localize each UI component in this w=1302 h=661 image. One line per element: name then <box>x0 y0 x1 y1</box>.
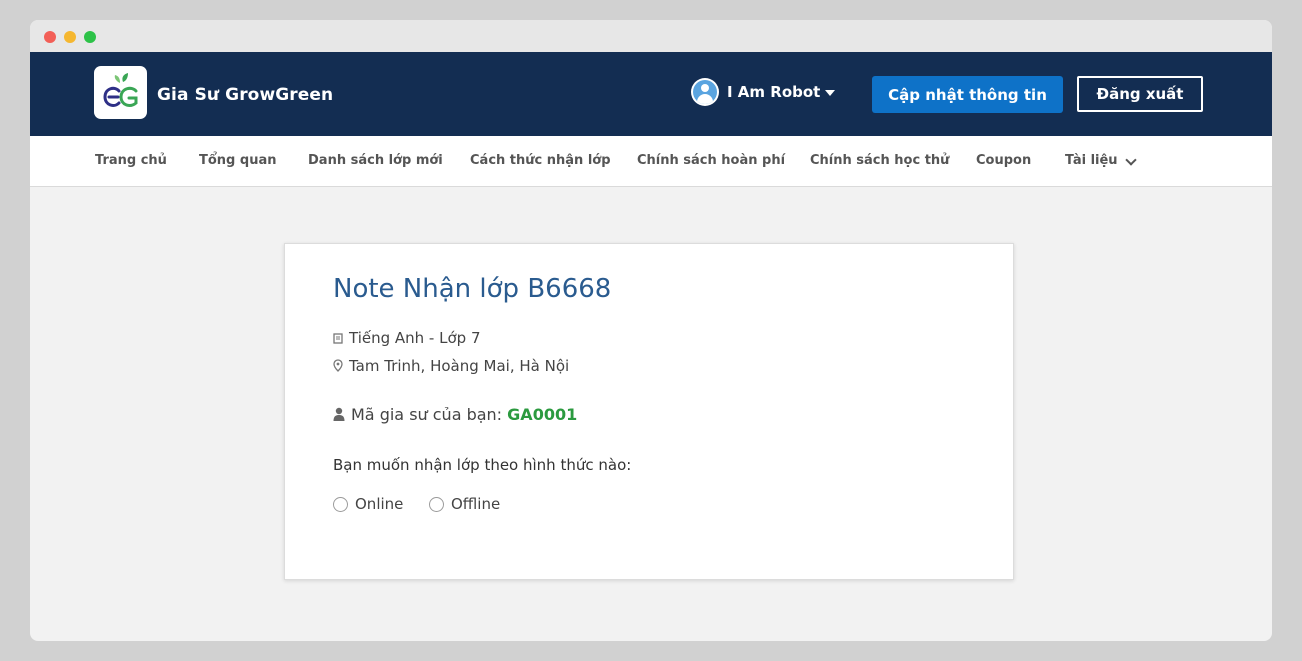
nav-item-coupon[interactable]: Coupon <box>976 153 1031 168</box>
subject-row: Tiếng Anh - Lớp 7 <box>333 329 480 348</box>
radio-online[interactable]: Online <box>333 495 403 513</box>
close-window-dot[interactable] <box>44 31 56 43</box>
tutor-code-row: Mã gia sư của bạn: GA0001 <box>333 405 577 425</box>
browser-window: Gia Sư GrowGreen I Am Robot Cập nhật thô… <box>30 20 1272 641</box>
nav-item-tai-lieu[interactable]: Tài liệu <box>1065 153 1118 168</box>
radio-offline[interactable]: Offline <box>429 495 500 513</box>
subject-text: Tiếng Anh - Lớp 7 <box>349 329 481 347</box>
location-text: Tam Trinh, Hoàng Mai, Hà Nội <box>349 357 570 375</box>
radio-circle-online[interactable] <box>333 496 348 512</box>
minimize-window-dot[interactable] <box>64 31 76 43</box>
page-title: Note Nhận lớp B6668 <box>333 274 612 304</box>
nav-item-tong-quan[interactable]: Tổng quan <box>199 153 276 168</box>
logo-icon <box>103 73 138 107</box>
update-info-button[interactable]: Cập nhật thông tin <box>872 76 1063 113</box>
location-row: Tam Trinh, Hoàng Mai, Hà Nội <box>333 357 569 376</box>
radio-offline-label[interactable]: Offline <box>451 495 500 513</box>
map-marker-icon <box>333 358 345 376</box>
radio-online-label[interactable]: Online <box>355 495 403 513</box>
user-icon <box>333 406 347 425</box>
radio-circle-offline[interactable] <box>429 496 444 512</box>
nav-item-chinh-sach-hoc-thu[interactable]: Chính sách học thử <box>810 153 949 168</box>
nav-item-chinh-sach-hoan-phi[interactable]: Chính sách hoàn phí <box>637 153 785 168</box>
nav-item-trang-chu[interactable]: Trang chủ <box>95 153 167 168</box>
delivery-question: Bạn muốn nhận lớp theo hình thức nào: <box>333 456 632 474</box>
maximize-window-dot[interactable] <box>84 31 96 43</box>
caret-down-icon[interactable] <box>825 90 835 96</box>
chevron-down-icon[interactable] <box>1125 154 1137 166</box>
class-note-card: Note Nhận lớp B6668 Tiếng Anh - Lớp 7 Ta… <box>284 243 1014 580</box>
logo[interactable] <box>94 66 147 119</box>
tutor-code-label: Mã gia sư của bạn: <box>351 405 503 424</box>
book-icon <box>333 330 345 348</box>
brand-name[interactable]: Gia Sư GrowGreen <box>157 85 333 105</box>
nav-item-cach-thuc-nhan-lop[interactable]: Cách thức nhận lớp <box>470 153 611 168</box>
user-avatar-icon[interactable] <box>691 78 719 106</box>
site-header: Gia Sư GrowGreen I Am Robot Cập nhật thô… <box>30 52 1272 136</box>
tutor-code-value: GA0001 <box>507 405 578 424</box>
user-name[interactable]: I Am Robot <box>727 83 820 101</box>
logout-button[interactable]: Đăng xuất <box>1077 76 1203 112</box>
main-nav: Trang chủ Tổng quan Danh sách lớp mới Cá… <box>30 136 1272 187</box>
title-bar <box>30 20 1272 52</box>
nav-item-danh-sach-lop-moi[interactable]: Danh sách lớp mới <box>308 153 443 168</box>
